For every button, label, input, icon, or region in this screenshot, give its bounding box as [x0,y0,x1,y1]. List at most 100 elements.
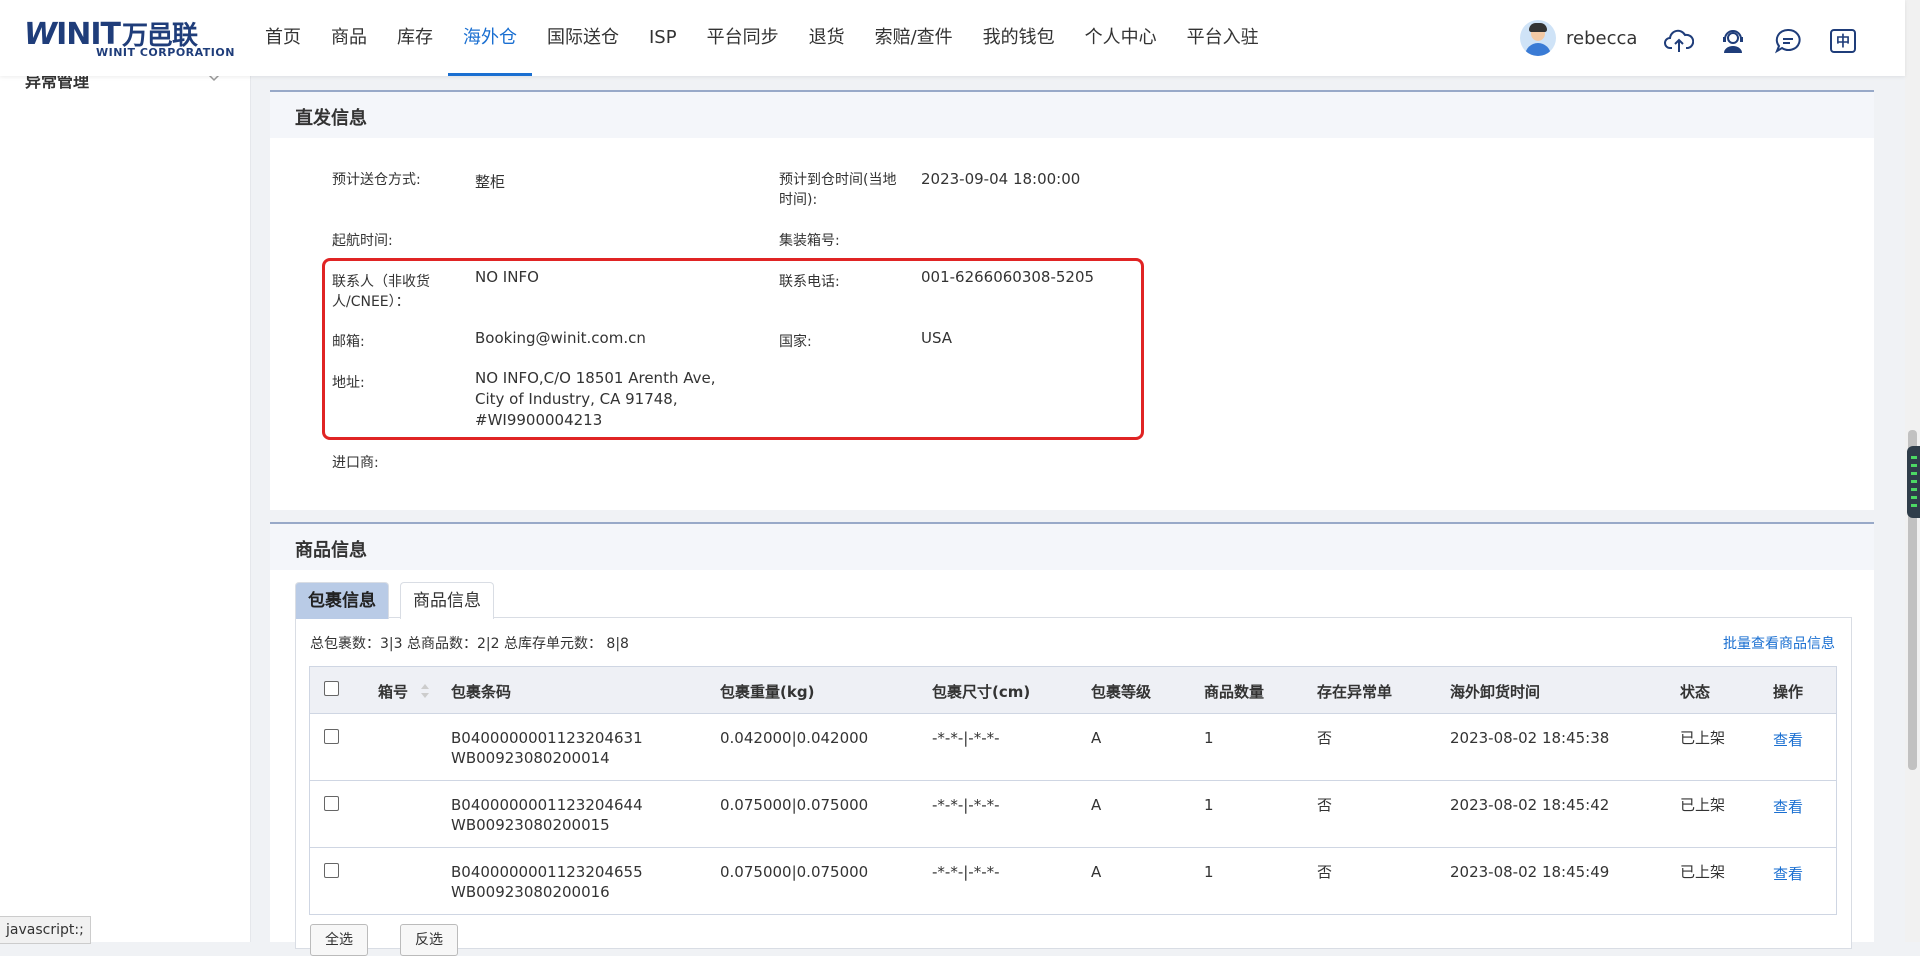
top-header: WINIT万邑联 WINIT CORPORATION 首页 商品 库存 海外仓 … [0,0,1905,76]
table-header: 箱号 包裹条码 包裹重量(kg) 包裹尺寸(cm) 包裹等级 商品数量 存在异常… [310,667,1836,714]
upload-cloud-icon[interactable] [1664,26,1695,56]
grade-cell: A [1091,863,1102,881]
direct-info-header: 直发信息 [270,90,1874,138]
unload-time-cell: 2023-08-02 18:45:49 [1450,863,1610,881]
row-checkbox[interactable] [324,729,339,744]
status-cell: 已上架 [1680,796,1726,814]
language-icon[interactable]: 中 [1828,26,1858,56]
abnormal-cell: 否 [1317,863,1333,881]
view-link[interactable]: 查看 [1773,864,1803,884]
tab-product-info[interactable]: 商品信息 [400,582,494,619]
nav-returns[interactable]: 退货 [794,0,860,76]
size-cell: -*-*-|-*-*- [932,863,1000,881]
abnormal-cell: 否 [1317,729,1333,747]
qty-cell: 1 [1204,729,1214,747]
weight-cell: 0.042000|0.042000 [720,729,869,747]
barcode-line2: WB00923080200016 [451,883,610,901]
delivery-method-label: 预计送仓方式: [332,172,421,188]
nav-home[interactable]: 首页 [250,0,316,76]
select-all-checkbox[interactable] [324,681,339,696]
batch-view-products-link[interactable]: 批量查看商品信息 [1723,633,1835,653]
table-row: B0400000001123204644 WB00923080200015 0.0… [310,781,1836,848]
barcode-line1: B0400000001123204655 [451,863,643,881]
abnormal-cell: 否 [1317,796,1333,814]
qty-cell: 1 [1204,863,1214,881]
username: rebecca [1566,27,1638,49]
col-weight: 包裹重量(kg) [720,683,815,701]
arrival-time-label: 预计到仓时间(当地 时间): [779,170,896,210]
sort-icon[interactable] [420,683,430,699]
browser-status-bar: javascript:; [0,916,91,944]
product-info-title: 商品信息 [295,540,367,561]
arrival-time-label-line1: 预计到仓时间(当地 [779,172,897,188]
barcode-line2: WB00923080200015 [451,816,610,834]
table-row: B0400000001123204655 WB00923080200016 0.0… [310,848,1836,914]
unload-time-cell: 2023-08-02 18:45:38 [1450,729,1610,747]
grade-cell: A [1091,729,1102,747]
product-info-header: 商品信息 [270,522,1874,570]
nav-wallet[interactable]: 我的钱包 [968,0,1070,76]
row-checkbox[interactable] [324,863,339,878]
language-label: 中 [1836,34,1850,50]
col-status: 状态 [1680,683,1711,701]
weight-cell: 0.075000|0.075000 [720,796,869,814]
view-link[interactable]: 查看 [1773,730,1803,750]
avatar [1520,20,1556,56]
grade-cell: A [1091,796,1102,814]
importer-label: 进口商: [332,455,379,471]
main-nav: 首页 商品 库存 海外仓 国际送仓 ISP 平台同步 退货 索赔/查件 我的钱包… [250,0,1274,76]
col-abnormal: 存在异常单 [1317,683,1393,701]
status-cell: 已上架 [1680,863,1726,881]
nav-intl-delivery[interactable]: 国际送仓 [532,0,634,76]
col-unload-time: 海外卸货时间 [1450,683,1541,701]
chat-icon[interactable] [1773,26,1803,56]
arrival-time-label-line2: 时间): [779,192,818,208]
nav-isp[interactable]: ISP [634,0,692,76]
highlight-box [322,258,1144,440]
view-link[interactable]: 查看 [1773,797,1803,817]
package-table: 箱号 包裹条码 包裹重量(kg) 包裹尺寸(cm) 包裹等级 商品数量 存在异常… [309,666,1837,915]
nav-platform-join[interactable]: 平台入驻 [1172,0,1274,76]
direct-info-title: 直发信息 [295,108,367,129]
weight-cell: 0.075000|0.075000 [720,863,869,881]
nav-claims[interactable]: 索赔/查件 [860,0,968,76]
qty-cell: 1 [1204,796,1214,814]
arrival-time-value: 2023-09-04 18:00:00 [921,170,1081,188]
barcode-cell: B0400000001123204655 WB00923080200016 [451,862,643,902]
sail-time-label: 起航时间: [332,233,393,249]
barcode-line1: B0400000001123204644 [451,796,643,814]
floating-widget-icon[interactable] [1907,446,1920,518]
tab-package-info[interactable]: 包裹信息 [295,582,389,619]
logo-w: W [24,17,57,52]
nav-inventory[interactable]: 库存 [382,0,448,76]
user-menu[interactable]: rebecca [1520,20,1637,56]
nav-overseas-warehouse[interactable]: 海外仓 [448,0,532,76]
unload-time-cell: 2023-08-02 18:45:42 [1450,796,1610,814]
barcode-cell: B0400000001123204631 WB00923080200014 [451,728,643,768]
select-all-button[interactable]: 全选 [310,924,368,956]
container-no-label: 集装箱号: [779,233,840,249]
winit-logo[interactable]: WINIT万邑联 WINIT CORPORATION [24,17,234,60]
col-size: 包裹尺寸(cm) [932,683,1031,701]
barcode-line1: B0400000001123204631 [451,729,643,747]
nav-personal-center[interactable]: 个人中心 [1070,0,1172,76]
logo-subtitle: WINIT CORPORATION [96,46,235,59]
barcode-line2: WB00923080200014 [451,749,610,767]
barcode-cell: B0400000001123204644 WB00923080200015 [451,795,643,835]
invert-selection-button[interactable]: 反选 [400,924,458,956]
size-cell: -*-*-|-*-*- [932,796,1000,814]
delivery-method-value: 整柜 [475,173,506,191]
nav-platform-sync[interactable]: 平台同步 [692,0,794,76]
sidebar: 异常管理 [0,72,251,942]
nav-products[interactable]: 商品 [316,0,382,76]
col-grade: 包裹等级 [1091,683,1152,701]
col-action: 操作 [1773,683,1804,701]
col-qty: 商品数量 [1204,683,1265,701]
summary-text: 总包裹数：3|3 总商品数：2|2 总库存单元数： 8|8 [310,636,629,652]
col-barcode: 包裹条码 [451,683,512,701]
col-box-no[interactable]: 箱号 [378,681,408,702]
status-cell: 已上架 [1680,729,1726,747]
row-checkbox[interactable] [324,796,339,811]
table-row: B0400000001123204631 WB00923080200014 0.0… [310,714,1836,781]
support-agent-icon[interactable] [1718,26,1748,56]
